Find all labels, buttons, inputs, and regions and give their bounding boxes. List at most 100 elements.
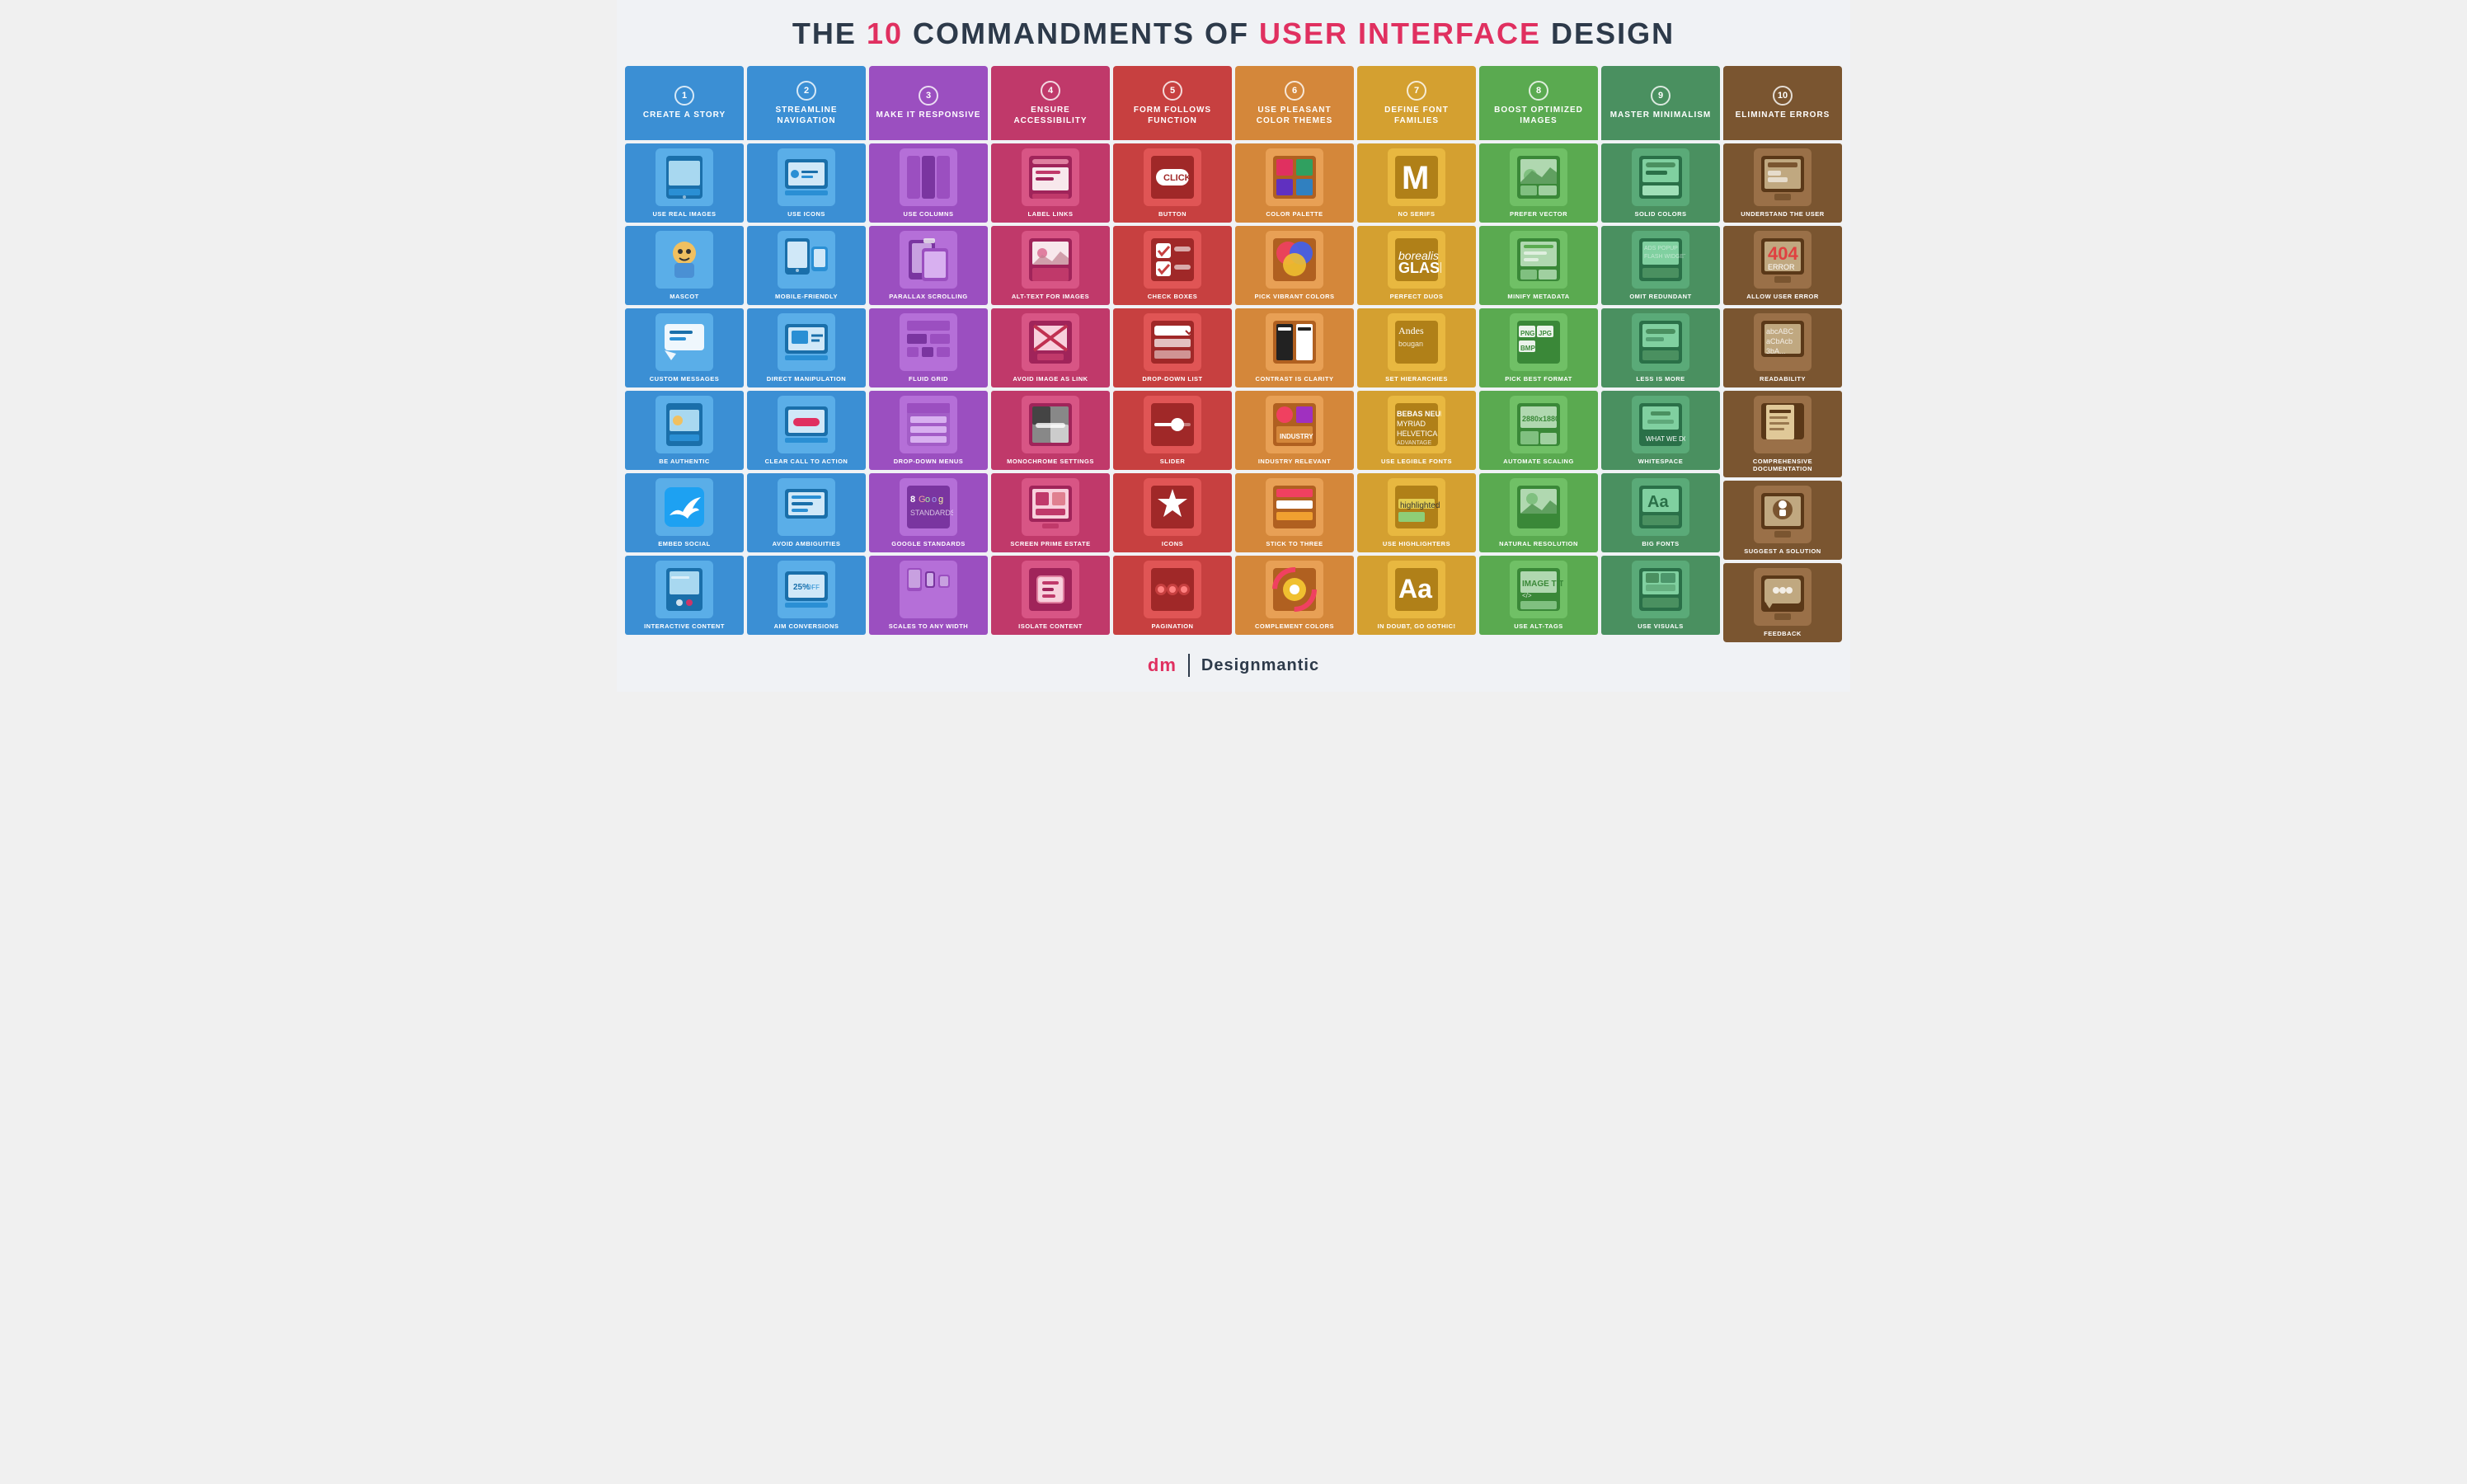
col-header-6: 6USE PLEASANT COLOR THEMES <box>1235 66 1354 140</box>
item-label: COMPREHENSIVE DOCUMENTATION <box>1727 458 1839 472</box>
item-icon-2-1 <box>778 148 835 206</box>
item-label: SUGGEST A SOLUTION <box>1744 547 1821 555</box>
item-label: PICK BEST FORMAT <box>1505 375 1572 383</box>
list-item: USE REAL IMAGES <box>625 143 744 223</box>
list-item: NATURAL RESOLUTION <box>1479 473 1598 552</box>
item-label: CLEAR CALL TO ACTION <box>765 458 848 465</box>
page: THE 10 COMMANDMENTS OF USER INTERFACE DE… <box>617 0 1850 692</box>
item-label: PERFECT DUOS <box>1390 293 1444 300</box>
column-4: 4ENSURE ACCESSIBILITYLABEL LINKSALT-TEXT… <box>991 66 1110 642</box>
items-list-4: LABEL LINKSALT-TEXT FOR IMAGESAVOID IMAG… <box>991 140 1110 642</box>
item-label: COMPLEMENT COLORS <box>1255 622 1334 630</box>
list-item: 404ERRORALLOW USER ERROR <box>1723 226 1842 305</box>
item-icon-10-1 <box>1754 148 1811 206</box>
svg-text:IMAGE TITLE: IMAGE TITLE <box>1522 580 1563 589</box>
item-icon-10-2: 404ERROR <box>1754 231 1811 289</box>
items-list-1: USE REAL IMAGESMASCOTCUSTOM MESSAGESBE A… <box>625 140 744 642</box>
item-label: CHECK BOXES <box>1148 293 1198 300</box>
columns-container: 1CREATE A STORYUSE REAL IMAGESMASCOTCUST… <box>625 66 1842 642</box>
list-item: EMBED SOCIAL <box>625 473 744 552</box>
item-label: SLIDER <box>1160 458 1186 465</box>
item-icon-2-2 <box>778 231 835 289</box>
svg-text:3bA...: 3bA... <box>1766 347 1786 355</box>
list-item: CUSTOM MESSAGES <box>625 308 744 387</box>
items-list-5: CLICKBUTTON CHECK BOXES DROP-DOWN LIST SLID… <box>1113 140 1232 642</box>
svg-text:bougan: bougan <box>1398 340 1423 348</box>
svg-text:Aa: Aa <box>1647 493 1669 511</box>
list-item: AVOID AMBIGUITIES <box>747 473 866 552</box>
column-10: 10ELIMINATE ERRORSUNDERSTAND THE USER404… <box>1723 66 1842 642</box>
col-num-8: 8 <box>1529 81 1548 101</box>
item-icon-9-1 <box>1632 148 1689 206</box>
svg-text:M: M <box>1402 160 1429 196</box>
col-title-1: CREATE A STORY <box>643 110 726 120</box>
list-item: PREFER VECTOR <box>1479 143 1598 223</box>
list-item: INDUSTRY INDUSTRY RELEVANT <box>1235 391 1354 470</box>
items-list-2: USE ICONSMOBILE-FRIENDLYDIRECT MANIPULAT… <box>747 140 866 642</box>
col-title-4: ENSURE ACCESSIBILITY <box>996 105 1105 126</box>
list-item: WHAT WE DOWHITESPACE <box>1601 391 1720 470</box>
svg-text:aCbAcb: aCbAcb <box>1766 337 1793 345</box>
list-item: CLICKBUTTON <box>1113 143 1232 223</box>
item-icon-4-6 <box>1022 561 1079 618</box>
item-label: DIRECT MANIPULATION <box>767 375 846 383</box>
list-item: AndesbouganSET HIERARCHIES <box>1357 308 1476 387</box>
item-icon-3-5: 8GoogSTANDARDS <box>900 478 957 536</box>
item-icon-4-1 <box>1022 148 1079 206</box>
list-item: AVOID IMAGE AS LINK <box>991 308 1110 387</box>
col-header-3: 3MAKE IT RESPONSIVE <box>869 66 988 140</box>
items-list-7: MNO SERIFS borealisGLASER PERFECT DUOS Ande… <box>1357 140 1476 642</box>
item-icon-5-6 <box>1144 561 1201 618</box>
list-item: PARALLAX SCROLLING <box>869 226 988 305</box>
svg-text:WHAT WE DO: WHAT WE DO <box>1646 435 1685 443</box>
item-icon-10-3: abcABCaCbAcb3bA... <box>1754 313 1811 371</box>
item-icon-9-5: Aa <box>1632 478 1689 536</box>
item-label: IN DOUBT, GO GOTHIC! <box>1378 622 1456 630</box>
item-label: MONOCHROME SETTINGS <box>1007 458 1094 465</box>
item-icon-10-5 <box>1754 486 1811 543</box>
list-item: LESS IS MORE <box>1601 308 1720 387</box>
item-label: USE COLUMNS <box>904 210 954 218</box>
item-label: NATURAL RESOLUTION <box>1499 540 1578 547</box>
item-icon-9-4: WHAT WE DO <box>1632 396 1689 453</box>
item-icon-7-2: borealisGLASER <box>1388 231 1445 289</box>
svg-text:highlighted: highlighted <box>1400 501 1440 510</box>
list-item: 2880x1880AUTOMATE SCALING <box>1479 391 1598 470</box>
svg-text:ADVANTAGE: ADVANTAGE <box>1397 440 1431 446</box>
item-icon-2-6: 25%OFF <box>778 561 835 618</box>
list-item: MNO SERIFS <box>1357 143 1476 223</box>
item-label: AVOID IMAGE AS LINK <box>1013 375 1088 383</box>
item-label: ALT-TEXT FOR IMAGES <box>1012 293 1089 300</box>
item-icon-8-4: 2880x1880 <box>1510 396 1567 453</box>
item-label: INTERACTIVE CONTENT <box>644 622 725 630</box>
item-label: UNDERSTAND THE USER <box>1741 210 1824 218</box>
svg-text:FLASH WIDGETS: FLASH WIDGETS <box>1644 254 1685 260</box>
svg-text:Andes: Andes <box>1398 325 1424 336</box>
list-item: DIRECT MANIPULATION <box>747 308 866 387</box>
list-item: ISOLATE CONTENT <box>991 556 1110 635</box>
item-label: USE VISUALS <box>1638 622 1684 630</box>
item-icon-1-2 <box>656 231 713 289</box>
list-item: COMPLEMENT COLORS <box>1235 556 1354 635</box>
col-title-6: USE PLEASANT COLOR THEMES <box>1240 105 1349 126</box>
svg-text:INDUSTRY: INDUSTRY <box>1280 433 1313 440</box>
svg-text:MYRIAD: MYRIAD <box>1397 420 1426 428</box>
item-label: BE AUTHENTIC <box>659 458 710 465</box>
item-icon-5-5 <box>1144 478 1201 536</box>
item-label: CUSTOM MESSAGES <box>650 375 719 383</box>
list-item: IMAGE TITLE</>USE ALT-TAGS <box>1479 556 1598 635</box>
item-label: BIG FONTS <box>1642 540 1679 547</box>
item-icon-1-1 <box>656 148 713 206</box>
svg-text:ADS POPUP: ADS POPUP <box>1644 246 1678 251</box>
item-icon-7-3: Andes bougan <box>1388 313 1445 371</box>
item-icon-9-3 <box>1632 313 1689 371</box>
col-num-2: 2 <box>796 81 816 101</box>
list-item: ADS POPUPFLASH WIDGETSOMIT REDUNDANT <box>1601 226 1720 305</box>
item-label: INDUSTRY RELEVANT <box>1258 458 1331 465</box>
item-label: DROP-DOWN LIST <box>1142 375 1202 383</box>
col-num-9: 9 <box>1651 86 1671 106</box>
svg-text:Aa: Aa <box>1398 574 1432 603</box>
item-icon-8-2 <box>1510 231 1567 289</box>
item-label: USE REAL IMAGES <box>653 210 717 218</box>
item-label: PARALLAX SCROLLING <box>889 293 968 300</box>
